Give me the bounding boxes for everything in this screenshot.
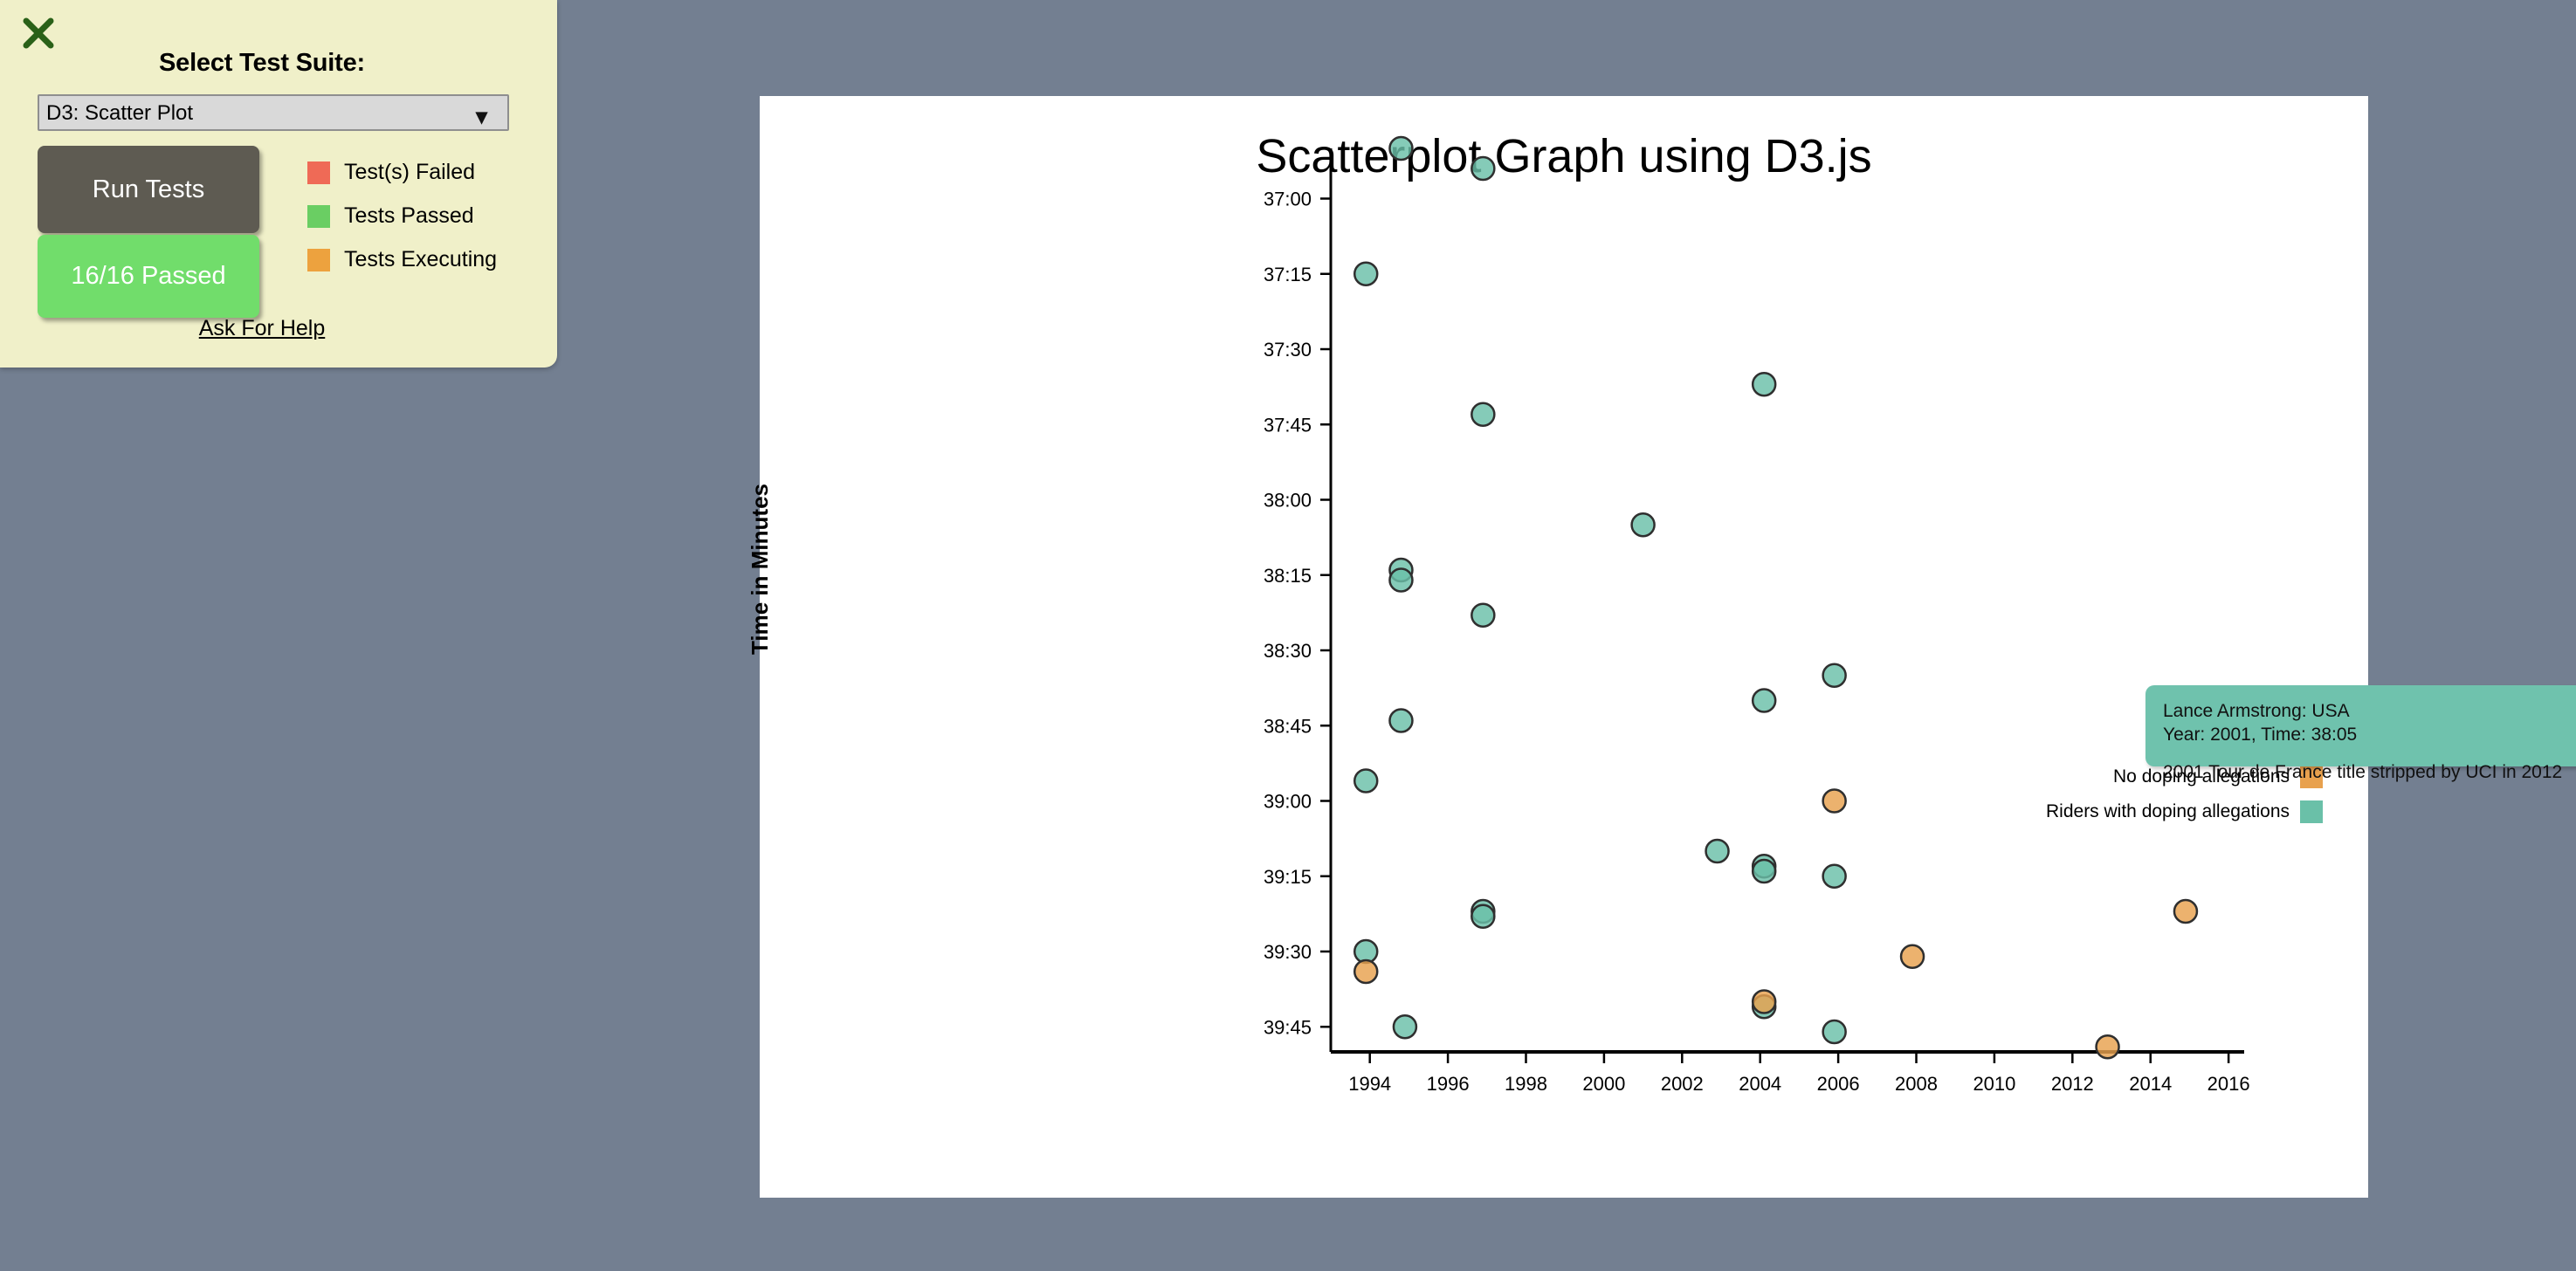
chart-legend-label-doping: Riders with doping allegations (2046, 801, 2290, 821)
svg-text:2014: 2014 (2129, 1073, 2172, 1095)
legend-label-passed: Tests Passed (344, 203, 474, 228)
chart-legend-item-doping[interactable]: Riders with doping allegations (2046, 800, 2323, 823)
svg-text:2008: 2008 (1895, 1073, 1938, 1095)
svg-text:2006: 2006 (1817, 1073, 1860, 1095)
legend-swatch-failed (307, 161, 330, 184)
svg-text:1998: 1998 (1505, 1073, 1547, 1095)
svg-text:37:00: 37:00 (1264, 189, 1312, 210)
svg-text:39:00: 39:00 (1264, 791, 1312, 813)
ask-for-help-link[interactable]: Ask For Help (0, 316, 524, 341)
svg-text:39:15: 39:15 (1264, 866, 1312, 888)
chart-legend-swatch-no-doping (2300, 766, 2323, 788)
svg-text:39:45: 39:45 (1264, 1016, 1312, 1038)
svg-text:2012: 2012 (2051, 1073, 2094, 1095)
chart-legend-swatch-doping (2300, 800, 2323, 823)
svg-text:2004: 2004 (1739, 1073, 1781, 1095)
chart-legend-item-no-doping[interactable]: No doping allegations (2113, 766, 2323, 788)
select-test-suite-title: Select Test Suite: (159, 49, 365, 77)
legend-label-failed: Test(s) Failed (344, 160, 476, 184)
legend-label-executing: Tests Executing (344, 247, 498, 271)
svg-text:2010: 2010 (1973, 1073, 2015, 1095)
test-status-button[interactable]: 16/16 Passed (38, 235, 259, 318)
svg-text:2016: 2016 (2208, 1073, 2250, 1095)
scatterplot-svg[interactable]: 37:00 37:15 37:30 37:45 38:00 38:15 38:30 38:45… (760, 96, 2368, 1198)
svg-text:38:45: 38:45 (1264, 715, 1312, 737)
svg-text:38:00: 38:00 (1264, 490, 1312, 512)
svg-text:39:30: 39:30 (1264, 941, 1312, 963)
legend-item-tests-failed: Test(s) Failed (307, 160, 475, 185)
test-runner-panel: Select Test Suite: D3: Scatter Plot ▾ Ru… (0, 0, 557, 368)
data-points (1353, 135, 2199, 1060)
svg-text:1994: 1994 (1348, 1073, 1391, 1095)
svg-text:38:15: 38:15 (1264, 565, 1312, 587)
chart-card: Scatterplot Graph using D3.js 37:00 37:15… (747, 96, 2576, 1198)
legend-item-tests-passed: Tests Passed (307, 203, 474, 229)
test-suite-select[interactable]: D3: Scatter Plot (38, 94, 509, 131)
svg-text:38:30: 38:30 (1264, 640, 1312, 662)
svg-text:2002: 2002 (1661, 1073, 1704, 1095)
svg-text:37:30: 37:30 (1264, 339, 1312, 361)
y-axis: 37:00 37:15 37:30 37:45 38:00 38:15 38:30 38:45… (1264, 148, 1333, 1052)
svg-text:37:45: 37:45 (1264, 414, 1312, 436)
svg-text:1996: 1996 (1427, 1073, 1470, 1095)
close-icon[interactable] (19, 14, 58, 52)
legend-swatch-executing (307, 248, 330, 271)
run-tests-button[interactable]: Run Tests (38, 146, 259, 233)
svg-text:2000: 2000 (1582, 1073, 1625, 1095)
legend-item-tests-executing: Tests Executing (307, 247, 497, 272)
svg-text:37:15: 37:15 (1264, 264, 1312, 285)
legend-swatch-passed (307, 204, 330, 228)
chart-legend-label-no-doping: No doping allegations (2113, 766, 2290, 787)
y-axis-label: Time in Minutes (747, 484, 773, 655)
